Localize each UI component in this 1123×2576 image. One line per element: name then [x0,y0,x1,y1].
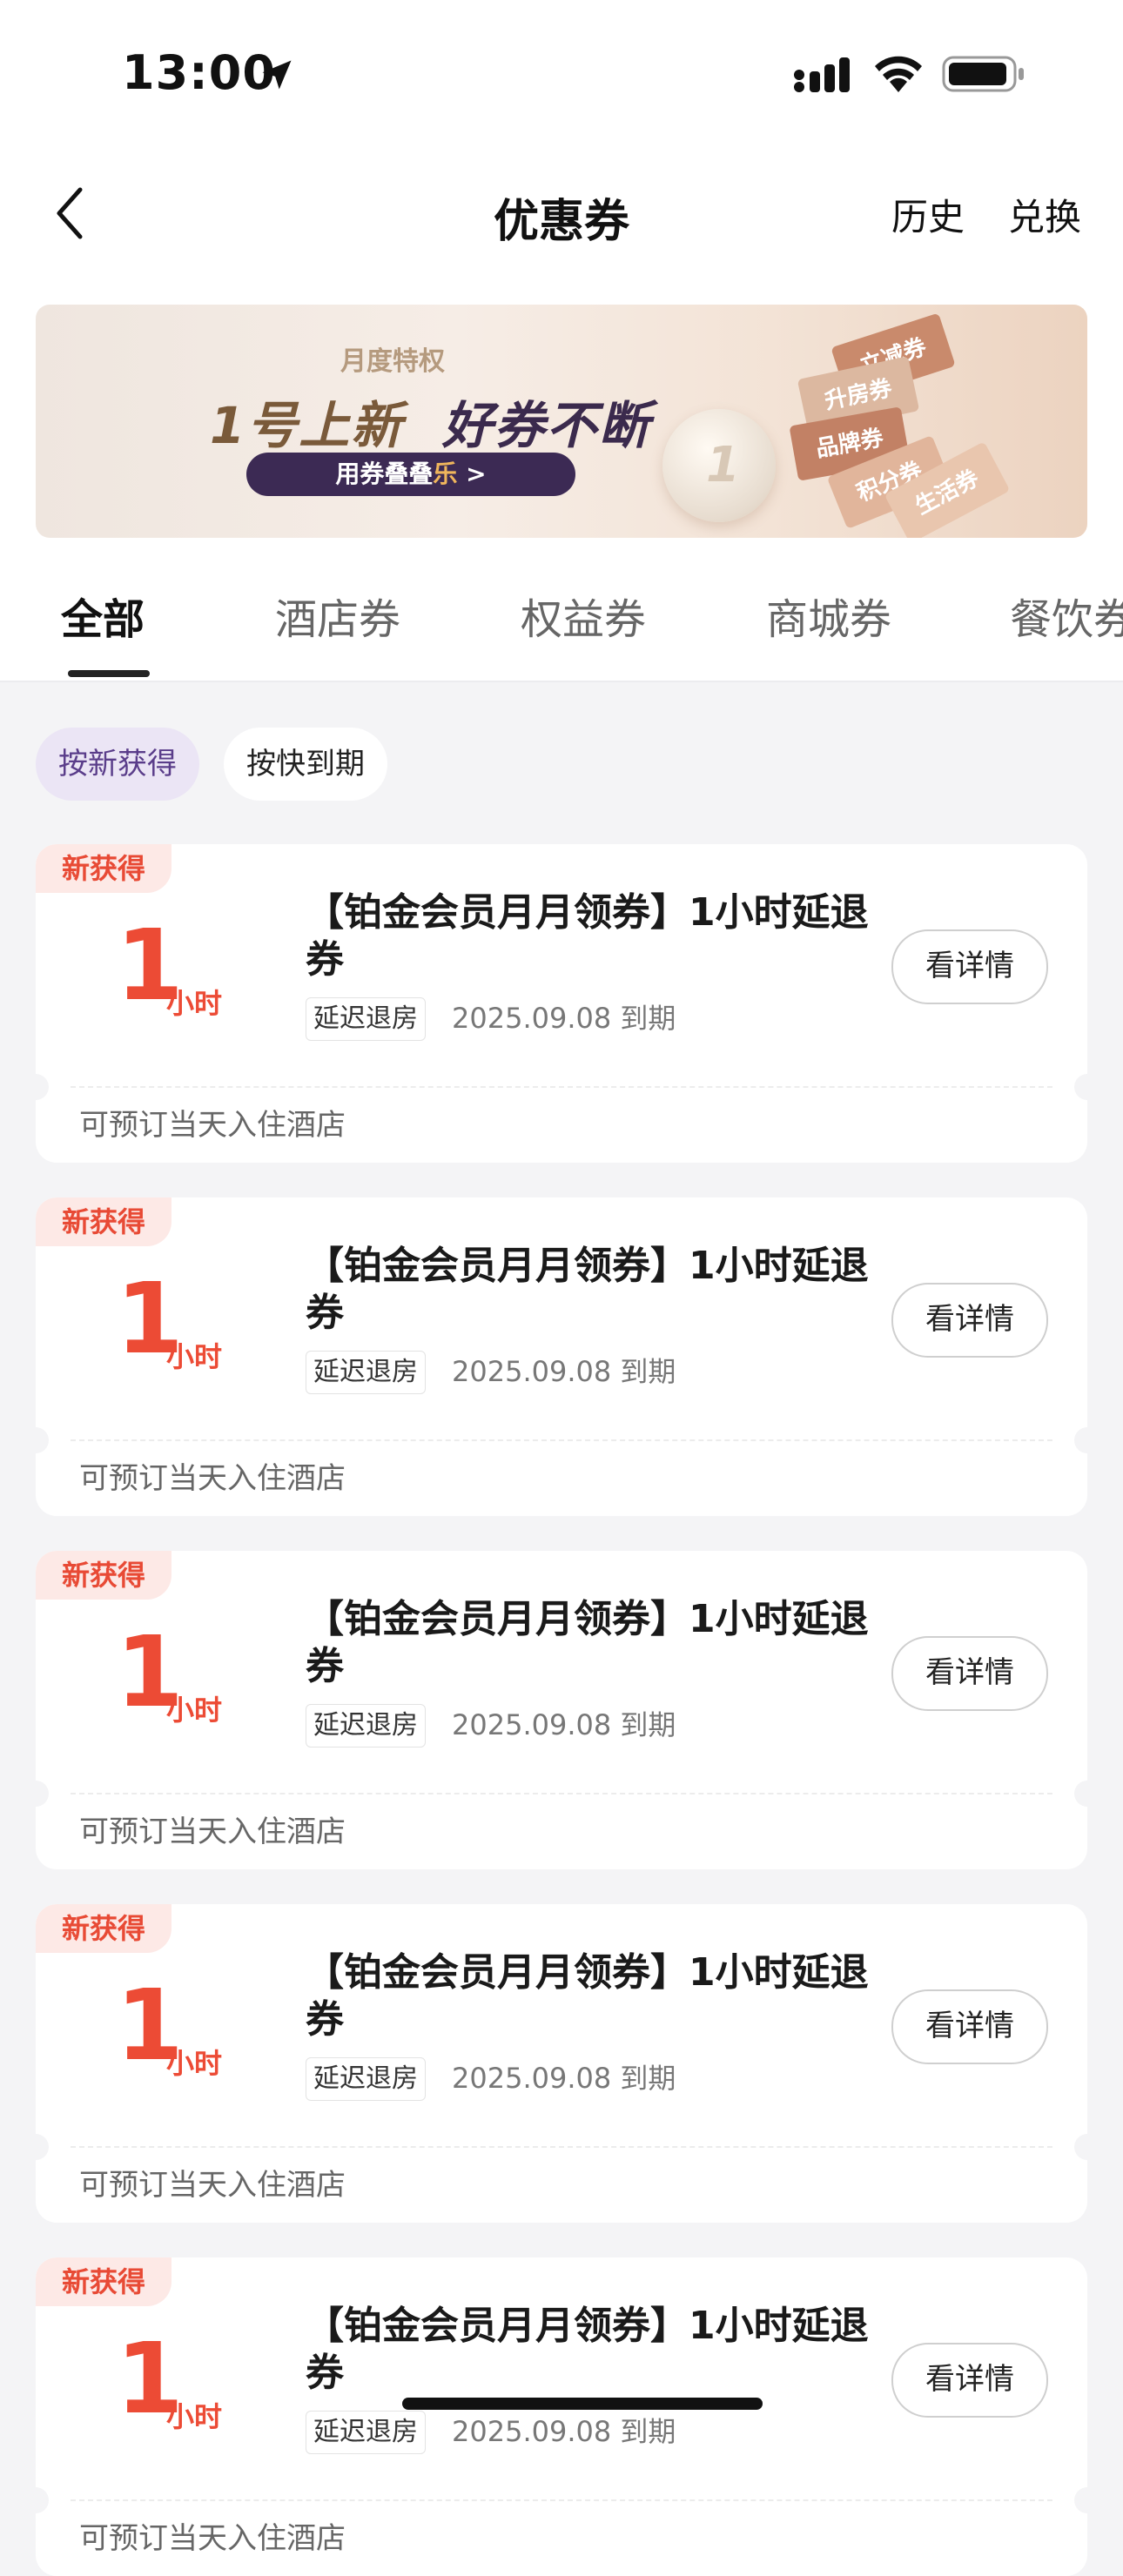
tab-dining-coupons[interactable]: 餐饮券 [1010,585,1123,646]
coupon-title: 【铂金会员月月领券】1小时延退券 [306,2304,869,2395]
sort-by-newest-chip[interactable]: 按新获得 [36,728,199,801]
card-notch-left [36,1074,49,1100]
banner-cta-button[interactable]: 用券叠叠乐 > [246,453,575,496]
coupon-expiry: 2025.09.08 到期 [452,1708,676,1741]
sort-by-expiring-chip[interactable]: 按快到期 [224,728,387,801]
location-arrow-icon [262,60,292,90]
banner-headline-part-2: 好券不断 [441,396,651,455]
coupon-title: 【铂金会员月月领券】1小时延退券 [306,1597,869,1688]
card-notch-right [1074,2487,1087,2513]
card-notch-right [1074,1427,1087,1453]
coupon-usage-note: 可预订当天入住酒店 [79,1461,346,1496]
coupon-unit: 小时 [166,987,223,1020]
new-badge: 新获得 [36,2257,171,2306]
coupon-type-tag: 延迟退房 [306,2411,426,2454]
new-badge: 新获得 [36,844,171,893]
card-notch-right [1074,1781,1087,1807]
coupon-expiry: 2025.09.08 到期 [452,2062,676,2095]
new-badge: 新获得 [36,1904,171,1953]
banner-cta-text: 用券叠叠 [335,460,434,488]
coupon-expiry: 2025.09.08 到期 [452,1002,676,1035]
coupon-card[interactable]: 新获得 1 小时 【铂金会员月月领券】1小时延退券 延迟退房 2025.09.0… [36,844,1087,1163]
coupon-type-tag: 延迟退房 [306,1704,426,1748]
status-time: 13:00 [122,45,276,100]
coin-number: 1 [706,437,740,493]
new-badge: 新获得 [36,1197,171,1246]
promo-banner[interactable]: 月度特权 1号上新 好券不断 用券叠叠乐 > 1 立减券 升房券 品牌券 积分券… [36,305,1087,538]
coupon-usage-note: 可预订当天入住酒店 [79,2168,346,2203]
card-notch-left [36,1427,49,1453]
battery-icon [942,56,1024,92]
coupon-card[interactable]: 新获得 1 小时 【铂金会员月月领券】1小时延退券 延迟退房 2025.09.0… [36,2257,1087,2576]
card-divider [71,1793,1052,1794]
view-details-button[interactable]: 看详情 [891,1283,1048,1358]
coupon-unit: 小时 [166,1340,223,1373]
view-details-button[interactable]: 看详情 [891,2343,1048,2418]
card-notch-right [1074,2134,1087,2160]
coupon-expiry: 2025.09.08 到期 [452,1355,676,1388]
banner-headline-part-1: 1号上新 [210,396,404,455]
card-notch-left [36,2487,49,2513]
card-divider [71,2146,1052,2148]
coupon-card[interactable]: 新获得 1 小时 【铂金会员月月领券】1小时延退券 延迟退房 2025.09.0… [36,1904,1087,2223]
header-area: 13:00 优惠券 历史 兑换 月度特权 1号上新 好券不断 用券叠叠乐 > 1… [0,0,1123,682]
coupon-expiry: 2025.09.08 到期 [452,2415,676,2448]
coupon-title: 【铂金会员月月领券】1小时延退券 [306,890,869,982]
card-divider [71,1439,1052,1441]
coupon-type-tag: 延迟退房 [306,997,426,1041]
coupon-card[interactable]: 新获得 1 小时 【铂金会员月月领券】1小时延退券 延迟退房 2025.09.0… [36,1551,1087,1869]
banner-cta-arrow: > [457,460,487,488]
coupon-title: 【铂金会员月月领券】1小时延退券 [306,1950,869,2042]
exchange-link[interactable]: 兑换 [1008,188,1081,241]
cellular-signal-icon [794,57,850,92]
card-notch-left [36,1781,49,1807]
card-notch-left [36,2134,49,2160]
active-tab-indicator [68,670,150,677]
banner-subtitle: 月度特权 [340,346,445,377]
coupon-unit: 小时 [166,1694,223,1727]
history-link[interactable]: 历史 [891,188,965,241]
home-indicator [402,2398,763,2410]
banner-cta-highlight: 乐 [433,460,458,488]
card-notch-right [1074,1074,1087,1100]
view-details-button[interactable]: 看详情 [891,1989,1048,2064]
view-details-button[interactable]: 看详情 [891,929,1048,1004]
card-divider [71,1086,1052,1088]
coupon-unit: 小时 [166,2047,223,2080]
tab-benefit-coupons[interactable]: 权益券 [521,585,646,646]
tab-all[interactable]: 全部 [61,585,145,646]
navigation-bar: 优惠券 历史 兑换 [0,165,1123,261]
status-bar: 13:00 [0,0,1123,148]
tab-hotel-coupons[interactable]: 酒店券 [275,585,400,646]
coupon-type-tag: 延迟退房 [306,1351,426,1394]
tab-mall-coupons[interactable]: 商城券 [766,585,891,646]
coupon-usage-note: 可预订当天入住酒店 [79,2521,346,2556]
coupon-usage-note: 可预订当天入住酒店 [79,1108,346,1143]
coupon-type-tag: 延迟退房 [306,2057,426,2101]
coupon-title: 【铂金会员月月领券】1小时延退券 [306,1244,869,1335]
new-badge: 新获得 [36,1551,171,1600]
coin-illustration: 1 [662,409,776,522]
coupon-unit: 小时 [166,2400,223,2433]
coupon-card[interactable]: 新获得 1 小时 【铂金会员月月领券】1小时延退券 延迟退房 2025.09.0… [36,1197,1087,1516]
coupon-category-tabs: 全部 酒店券 权益券 商城券 餐饮券 [0,574,1123,681]
view-details-button[interactable]: 看详情 [891,1636,1048,1711]
banner-headline: 1号上新 好券不断 [210,385,651,458]
wifi-icon [875,56,922,92]
card-divider [71,2499,1052,2501]
coupon-usage-note: 可预订当天入住酒店 [79,1815,346,1849]
